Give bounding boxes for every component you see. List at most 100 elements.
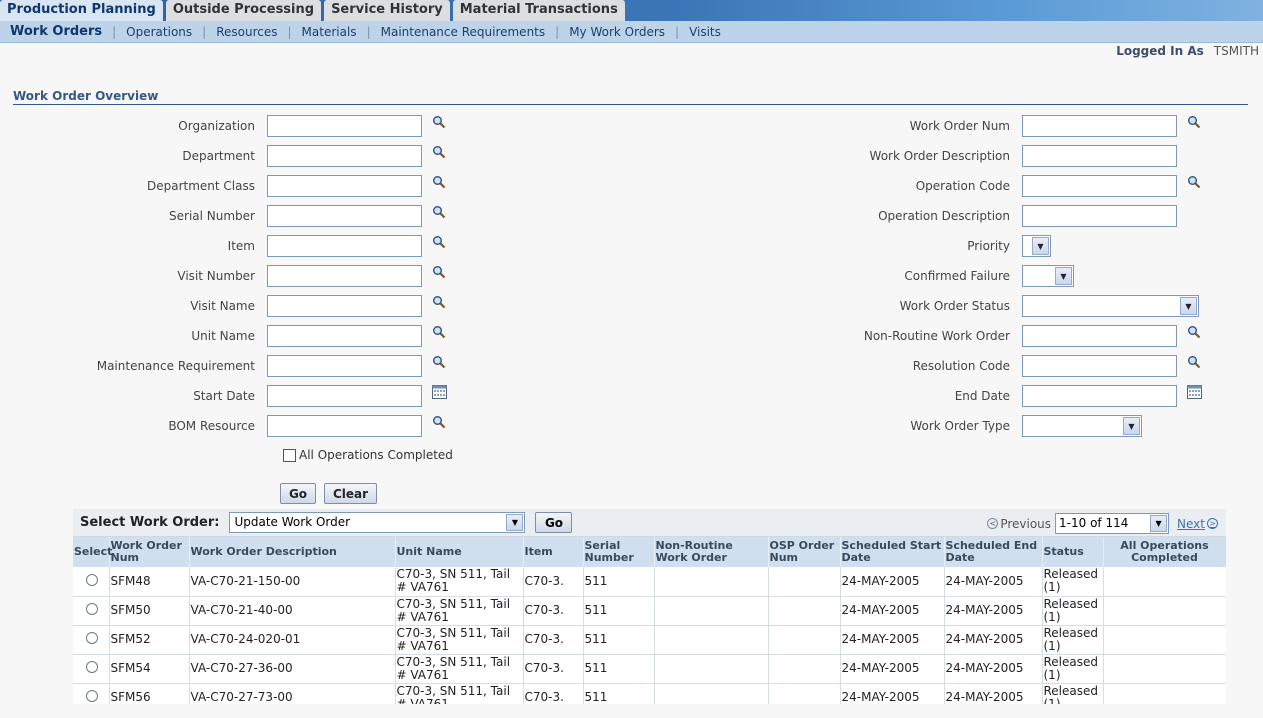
column-header[interactable]: Work Order Num: [109, 537, 190, 567]
start-date-cell: 24-MAY-2005: [840, 654, 945, 684]
start-date-cell: 24-MAY-2005: [840, 596, 945, 626]
search-icon[interactable]: [1185, 353, 1203, 371]
priority-select[interactable]: ▼: [1022, 235, 1051, 257]
work-order-num-cell: SFM48: [109, 567, 190, 597]
page-range-select[interactable]: 1-10 of 114 ▼: [1055, 513, 1170, 534]
subnav-materials[interactable]: Materials: [292, 25, 367, 39]
subnav-visits[interactable]: Visits: [679, 25, 731, 39]
checkbox-label: All Operations Completed: [299, 448, 453, 462]
tab-production-planning[interactable]: Production Planning: [0, 0, 163, 21]
unit-name-cell: C70-3, SN 511, Tail # VA761: [395, 654, 524, 684]
column-header[interactable]: Status: [1042, 537, 1104, 567]
page-range-value: 1-10 of 114: [1059, 516, 1129, 530]
tab-service-history[interactable]: Service History: [324, 0, 450, 21]
osp-cell: [768, 683, 841, 704]
start-date-cell: 24-MAY-2005: [840, 567, 945, 597]
field-end-date: End Date: [0, 385, 1203, 407]
start-date-cell: 24-MAY-2005: [840, 625, 945, 655]
column-header[interactable]: Non-Routine Work Order: [654, 537, 769, 567]
subnav-my-work-orders[interactable]: My Work Orders: [559, 25, 675, 39]
field-label: Priority: [967, 239, 1010, 253]
sub-navigation: Work Orders | Operations | Resources | M…: [0, 21, 1263, 43]
field-work-order-description: Work Order Description: [0, 145, 1177, 167]
next-link[interactable]: Next >: [1177, 517, 1220, 531]
pagination: < Previous 1-10 of 114 ▼ Next >: [985, 513, 1220, 534]
non-routine-cell: [654, 596, 769, 626]
subnav-work-orders[interactable]: Work Orders: [0, 24, 112, 39]
search-icon[interactable]: [1185, 113, 1203, 131]
search-icon[interactable]: [1185, 323, 1203, 341]
operation-description-input[interactable]: [1022, 205, 1177, 227]
row-select-radio[interactable]: [86, 690, 98, 702]
non-routine-cell: [654, 654, 769, 684]
select-cell: [73, 683, 110, 704]
field-priority: Priority ▼: [0, 235, 1051, 257]
field-label: Work Order Num: [909, 119, 1010, 133]
row-select-radio[interactable]: [86, 573, 98, 586]
subnav-resources[interactable]: Resources: [206, 25, 287, 39]
column-header[interactable]: Scheduled End Date: [944, 537, 1043, 567]
description-cell: VA-C70-21-40-00: [189, 596, 396, 626]
go-button[interactable]: Go: [280, 483, 316, 504]
status-cell: Released (1): [1042, 625, 1104, 655]
field-label: End Date: [954, 389, 1010, 403]
search-icon[interactable]: [1185, 173, 1203, 191]
table-go-button[interactable]: Go: [535, 512, 573, 533]
work-order-description-input[interactable]: [1022, 145, 1177, 167]
username: TSMITH: [1213, 44, 1259, 58]
status-cell: Released (1): [1042, 683, 1104, 704]
end-date-input[interactable]: [1022, 385, 1177, 407]
clear-button[interactable]: Clear: [324, 483, 377, 504]
end-date-cell: 24-MAY-2005: [944, 625, 1043, 655]
resolution-code-input[interactable]: [1022, 355, 1177, 377]
work-order-num-input[interactable]: [1022, 115, 1177, 137]
previous-link[interactable]: < Previous: [985, 517, 1051, 531]
column-header[interactable]: Unit Name: [395, 537, 524, 567]
subnav-maintenance-requirements[interactable]: Maintenance Requirements: [371, 25, 556, 39]
row-select-radio[interactable]: [86, 661, 98, 673]
column-header: Select: [73, 537, 112, 567]
chevron-down-icon: ▼: [1180, 297, 1197, 315]
unit-name-cell: C70-3, SN 511, Tail # VA761: [395, 596, 524, 626]
confirmed-failure-select[interactable]: ▼: [1022, 265, 1074, 287]
column-header[interactable]: Serial Number: [583, 537, 655, 567]
field-work-order-status: Work Order Status ▼: [0, 295, 1199, 317]
non-routine-cell: [654, 625, 769, 655]
description-cell: VA-C70-24-020-01: [189, 625, 396, 655]
tab-material-transactions[interactable]: Material Transactions: [452, 0, 625, 21]
work-order-status-select[interactable]: ▼: [1022, 295, 1199, 317]
work-order-num-cell: SFM54: [109, 654, 190, 684]
field-label: Operation Description: [878, 209, 1010, 223]
all-operations-completed-checkbox[interactable]: [283, 448, 296, 462]
select-cell: [73, 596, 110, 626]
column-header[interactable]: All Operations Completed: [1103, 537, 1226, 567]
table-row: SFM48 VA-C70-21-150-00 C70-3, SN 511, Ta…: [73, 567, 1226, 597]
field-label: Work Order Type: [910, 419, 1010, 433]
all-ops-cell: [1103, 683, 1226, 704]
calendar-icon[interactable]: [1185, 383, 1203, 401]
work-order-num-cell: SFM52: [109, 625, 190, 655]
column-header[interactable]: Work Order Description: [189, 537, 396, 567]
select-work-order-label: Select Work Order:: [80, 515, 220, 530]
field-label: Resolution Code: [912, 359, 1010, 373]
subnav-operations[interactable]: Operations: [116, 25, 202, 39]
item-cell: C70-3.: [523, 625, 584, 655]
all-ops-cell: [1103, 654, 1226, 684]
work-order-num-cell: SFM56: [109, 683, 190, 704]
column-header[interactable]: OSP Order Num: [768, 537, 841, 567]
work-order-type-select[interactable]: ▼: [1022, 415, 1142, 437]
column-header[interactable]: Scheduled Start Date: [840, 537, 945, 567]
work-orders-table: Select Work Order Num Work Order Descrip…: [73, 537, 1226, 704]
end-date-cell: 24-MAY-2005: [944, 567, 1043, 597]
operation-code-input[interactable]: [1022, 175, 1177, 197]
non-routine-work-order-input[interactable]: [1022, 325, 1177, 347]
column-header[interactable]: Item: [523, 537, 584, 567]
action-select[interactable]: Update Work Order ▼: [229, 512, 526, 533]
item-cell: C70-3.: [523, 567, 584, 597]
chevron-right-icon: >: [1207, 518, 1218, 529]
osp-cell: [768, 654, 841, 684]
row-select-radio[interactable]: [86, 603, 98, 615]
field-operation-description: Operation Description: [0, 205, 1177, 227]
tab-outside-processing[interactable]: Outside Processing: [165, 0, 322, 21]
row-select-radio[interactable]: [86, 632, 98, 644]
